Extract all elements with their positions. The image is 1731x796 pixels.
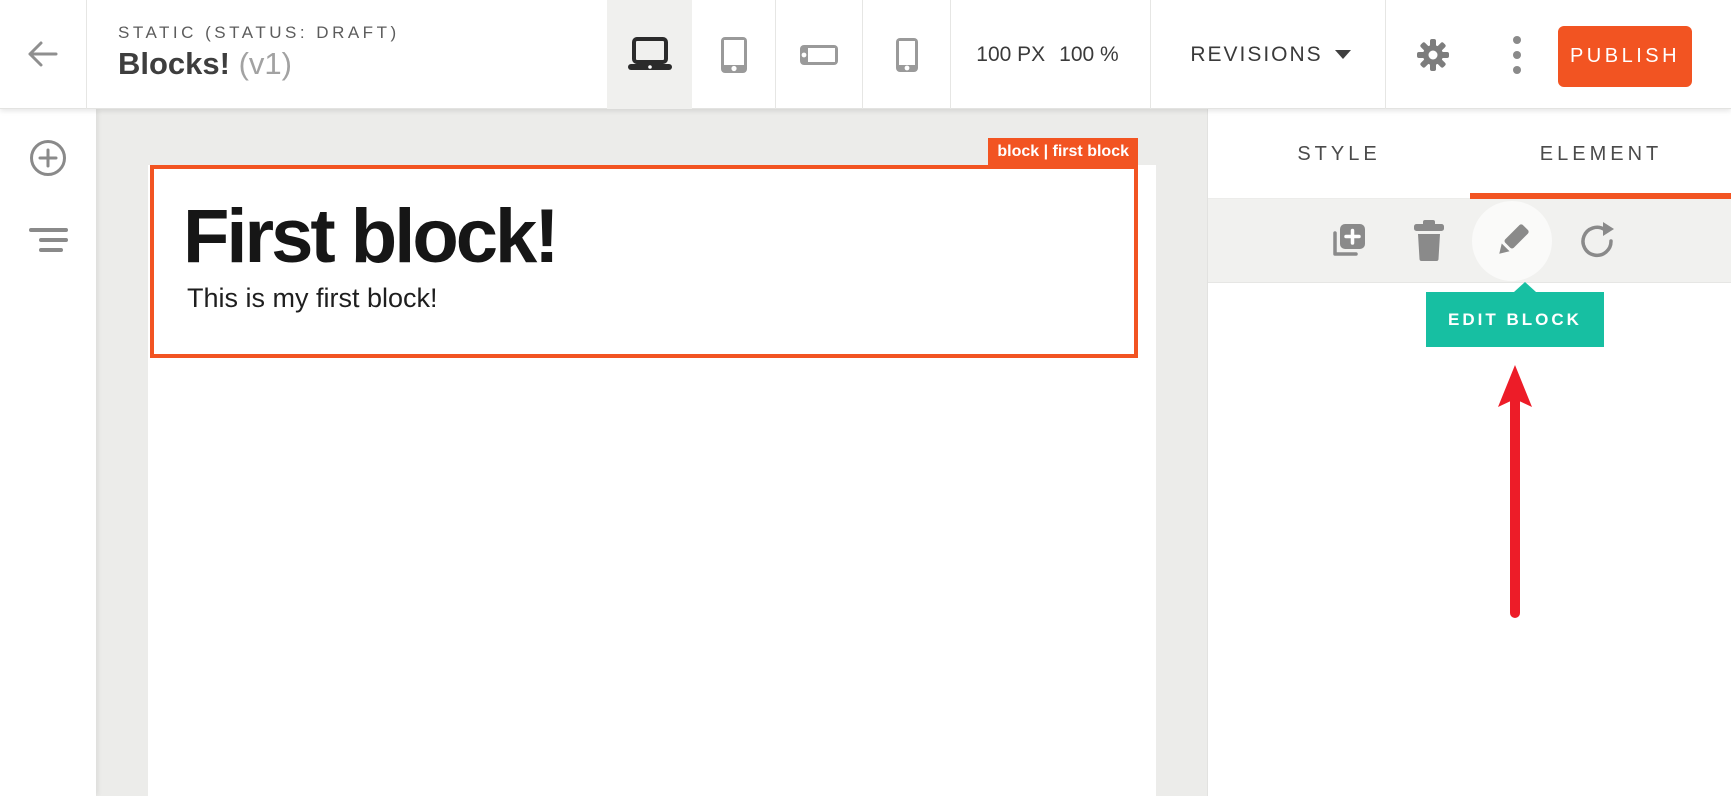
mobile-portrait-icon [895,37,919,73]
laptop-icon [626,37,674,73]
tab-style[interactable]: STYLE [1208,109,1470,199]
kebab-menu-icon [1512,35,1522,75]
tablet-icon [720,36,748,74]
viewport-width-value: 100 PX [976,43,1045,67]
add-block-button[interactable] [22,132,74,184]
more-options-button[interactable] [1490,28,1544,82]
tooltip-label: EDIT BLOCK [1448,310,1582,330]
reset-block-button[interactable] [1573,217,1621,265]
revisions-label: REVISIONS [1190,43,1322,67]
delete-block-button[interactable] [1405,217,1453,265]
page-title: Blocks! (v1) [118,46,292,82]
pencil-icon [1491,220,1533,262]
divider [86,0,87,109]
block-heading: First block! [183,199,557,275]
divider [1150,0,1151,109]
left-sidebar [0,109,96,796]
page-version: (v1) [239,46,292,81]
element-toolbar [1208,199,1731,283]
editor-canvas: First block! This is my first block! blo… [96,109,1207,796]
mobile-landscape-preview-button[interactable] [776,0,862,109]
block-body-text: This is my first block! [187,283,438,314]
block-label-tag: block | first block [988,138,1138,166]
publish-button[interactable]: PUBLISH [1558,26,1692,87]
page-status-overline: STATIC (STATUS: DRAFT) [118,23,400,43]
viewport-info: 100 PX 100 % [950,0,1145,109]
caret-down-icon [1335,50,1351,59]
inspector-tabbar: STYLE ELEMENT [1208,109,1731,199]
trash-icon [1411,220,1447,262]
mobile-portrait-preview-button[interactable] [863,0,950,109]
refresh-icon [1576,220,1618,262]
mobile-landscape-icon [799,44,839,66]
duplicate-icon [1327,220,1369,262]
page-title-text: Blocks! [118,46,230,81]
red-arrow-icon [1485,355,1545,625]
outline-list-icon [29,228,68,252]
add-circle-icon [29,139,67,177]
back-arrow-icon [22,34,62,74]
tablet-preview-button[interactable] [692,0,775,109]
desktop-preview-button[interactable] [607,0,692,109]
top-toolbar: STATIC (STATUS: DRAFT) Blocks! (v1) [0,0,1731,109]
tab-element[interactable]: ELEMENT [1470,109,1731,199]
edit-block-tooltip: EDIT BLOCK [1426,292,1604,347]
settings-button[interactable] [1406,28,1460,82]
outline-button[interactable] [22,214,74,266]
viewport-zoom-value: 100 % [1059,43,1119,67]
edit-block-button[interactable] [1488,217,1536,265]
gear-icon [1411,33,1455,77]
duplicate-block-button[interactable] [1324,217,1372,265]
selected-block[interactable]: First block! This is my first block! [150,165,1138,358]
divider [1385,0,1386,109]
back-button[interactable] [18,32,66,78]
tooltip-caret-icon [1514,282,1536,292]
inspector-panel: STYLE ELEMENT [1207,109,1731,796]
revisions-dropdown[interactable]: REVISIONS [1178,0,1363,109]
